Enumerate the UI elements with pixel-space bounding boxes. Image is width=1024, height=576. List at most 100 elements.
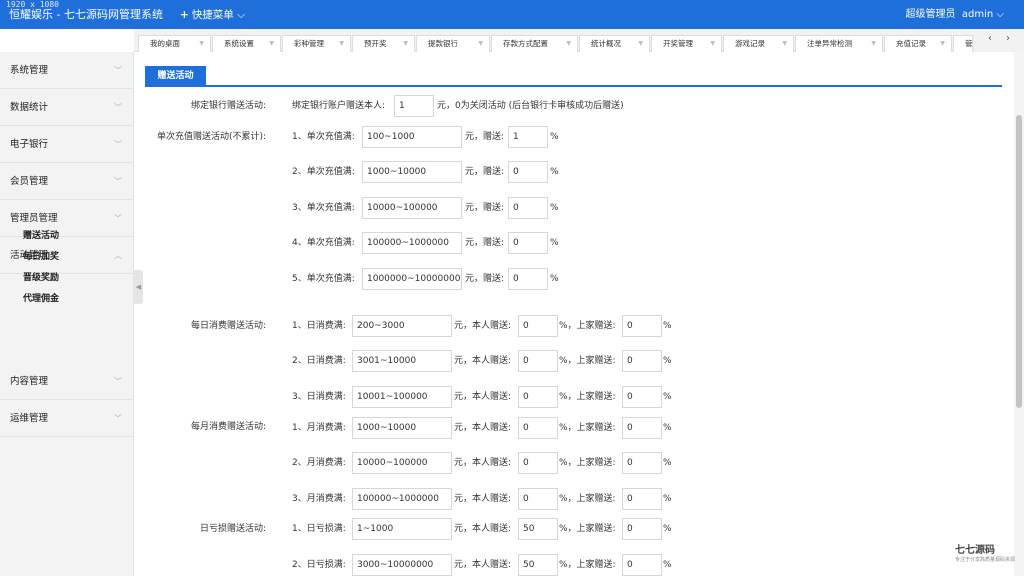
parent-bonus-input[interactable] — [622, 315, 662, 337]
parent-bonus-input[interactable] — [622, 554, 662, 576]
tab-9[interactable]: 游戏记录 ▼ — [723, 35, 794, 52]
sidebar-item-label: 电子银行 — [10, 139, 49, 150]
watermark-logo: 七七源码 专注于分享高质量源码资源 — [955, 541, 1015, 567]
recharge-bonus-input[interactable] — [508, 126, 548, 148]
sidebar-item-7[interactable]: 内容管理 ﹀ — [0, 363, 133, 400]
tab-label: 充值记录 — [896, 39, 926, 48]
chevron-down-icon: ﹀ — [114, 414, 122, 423]
self-bonus-input[interactable] — [518, 386, 558, 408]
range-input[interactable] — [352, 518, 452, 540]
tab-3[interactable]: 彩种管理 ▼ — [282, 35, 351, 52]
range-input[interactable] — [352, 554, 452, 576]
parent-bonus-input[interactable] — [622, 386, 662, 408]
tab-7[interactable]: 统计概况 ▼ — [579, 35, 650, 52]
row-unit: 元，赠送: — [465, 132, 505, 142]
parent-bonus-input[interactable] — [622, 488, 662, 510]
self-bonus-input[interactable] — [518, 488, 558, 510]
sidebar-item-6[interactable]: 活动管理 ︿ — [0, 237, 133, 274]
parent-bonus-input[interactable] — [622, 518, 662, 540]
tab-label: 存款方式配置 — [503, 39, 548, 48]
row-prefix: 3、日消费满: — [292, 392, 346, 402]
recharge-range-input[interactable] — [362, 126, 462, 148]
panel-title: 赠送活动 — [145, 66, 206, 87]
tab-10[interactable]: 注单异常检测 ▼ — [795, 35, 883, 52]
recharge-bonus-input[interactable] — [508, 161, 548, 183]
self-bonus-input[interactable] — [518, 315, 558, 337]
range-input[interactable] — [352, 386, 452, 408]
tab-label: 游戏记录 — [735, 39, 765, 48]
recharge-range-input[interactable] — [362, 161, 462, 183]
tab-label: 统计概况 — [591, 39, 621, 48]
recharge-range-input[interactable] — [362, 197, 462, 219]
recharge-bonus-input[interactable] — [508, 232, 548, 254]
sidebar-item-5[interactable]: 管理员管理 ﹀ — [0, 200, 133, 237]
sidebar-subitem-1[interactable]: 赠送活动 — [23, 229, 59, 243]
tab-1[interactable]: 我的桌面 ▼ — [138, 35, 211, 52]
row-unit: 元，本人赠送: — [454, 392, 512, 402]
sidebar-item-label: 内容管理 — [10, 376, 49, 387]
row-prefix: 4、单次充值满: — [292, 238, 355, 248]
user-role: 超级管理员 — [905, 9, 956, 20]
tab-12[interactable]: 管 — [953, 35, 973, 52]
self-bonus-input[interactable] — [518, 350, 558, 372]
range-input[interactable] — [352, 452, 452, 474]
sidebar-item-2[interactable]: 数据统计 ﹀ — [0, 89, 133, 126]
sidebar-item-label: 管理员管理 — [10, 213, 58, 224]
recharge-range-input[interactable] — [362, 232, 462, 254]
range-input[interactable] — [352, 488, 452, 510]
row-prefix: 3、单次充值满: — [292, 203, 355, 213]
sidebar-item-4[interactable]: 会员管理 ﹀ — [0, 163, 133, 200]
chevron-down-icon: ▼ — [339, 40, 344, 47]
self-bonus-input[interactable] — [518, 452, 558, 474]
percent-sign: % — [663, 560, 672, 570]
parent-bonus-input[interactable] — [622, 350, 662, 372]
username: admin — [961, 9, 994, 20]
row-prefix: 3、月消费满: — [292, 494, 346, 504]
row-mid: %，上家赠送: — [559, 321, 616, 331]
parent-bonus-input[interactable] — [622, 452, 662, 474]
row-unit: 元，本人赠送: — [454, 321, 512, 331]
tab-11[interactable]: 充值记录 ▼ — [884, 35, 952, 52]
tab-next-icon[interactable]: › — [1006, 33, 1010, 44]
row-prefix: 5、单次充值满: — [292, 274, 355, 284]
recharge-bonus-input[interactable] — [508, 197, 548, 219]
tab-4[interactable]: 预开奖 ▼ — [352, 35, 415, 52]
scrollbar[interactable] — [1014, 52, 1024, 576]
row-mid: %，上家赠送: — [559, 560, 616, 570]
parent-bonus-input[interactable] — [622, 417, 662, 439]
self-bonus-input[interactable] — [518, 554, 558, 576]
tab-2[interactable]: 系统设置 ▼ — [212, 35, 281, 52]
sidebar-item-3[interactable]: 电子银行 ﹀ — [0, 126, 133, 163]
sidebar-subitem-3[interactable]: 晋级奖励 — [23, 271, 59, 285]
row-unit: 元，本人赠送: — [454, 458, 512, 468]
sidebar-item-label: 系统管理 — [10, 65, 49, 76]
bind-bank-bonus-input[interactable] — [394, 95, 434, 117]
self-bonus-input[interactable] — [518, 417, 558, 439]
self-bonus-input[interactable] — [518, 518, 558, 540]
range-input[interactable] — [352, 350, 452, 372]
range-input[interactable] — [352, 315, 452, 337]
scrollbar-thumb[interactable] — [1016, 115, 1022, 408]
tab-6[interactable]: 存款方式配置 ▼ — [491, 35, 578, 52]
range-input[interactable] — [352, 417, 452, 439]
sidebar-item-1[interactable]: 系统管理 ﹀ — [0, 52, 133, 89]
tab-8[interactable]: 开奖管理 ▼ — [651, 35, 722, 52]
row-mid: %，上家赠送: — [559, 458, 616, 468]
recharge-range-input[interactable] — [362, 268, 462, 290]
row-mid: %，上家赠送: — [559, 494, 616, 504]
tab-label: 预开奖 — [364, 39, 387, 48]
sidebar-item-8[interactable]: 运维管理 ﹀ — [0, 400, 133, 437]
recharge-bonus-input[interactable] — [508, 268, 548, 290]
percent-sign: % — [663, 524, 672, 534]
tab-prev-icon[interactable]: ‹ — [988, 33, 992, 44]
chevron-down-icon: ﹀ — [114, 377, 122, 386]
sidebar-subitem-4[interactable]: 代理佣金 — [23, 292, 59, 306]
quick-menu-button[interactable]: + 快捷菜单 ⌵ — [180, 8, 245, 22]
tab-5[interactable]: 提款银行 ▼ — [416, 35, 490, 52]
collapse-arrow-icon[interactable]: ◀ — [134, 270, 143, 304]
chevron-down-icon: ﹀ — [114, 140, 122, 149]
chevron-down-icon: ﹀ — [114, 214, 122, 223]
sidebar-subitem-2[interactable]: 每日加奖 — [23, 250, 59, 264]
percent-sign: % — [663, 458, 672, 468]
user-menu[interactable]: 超级管理员 admin ⌵ — [906, 8, 1004, 22]
